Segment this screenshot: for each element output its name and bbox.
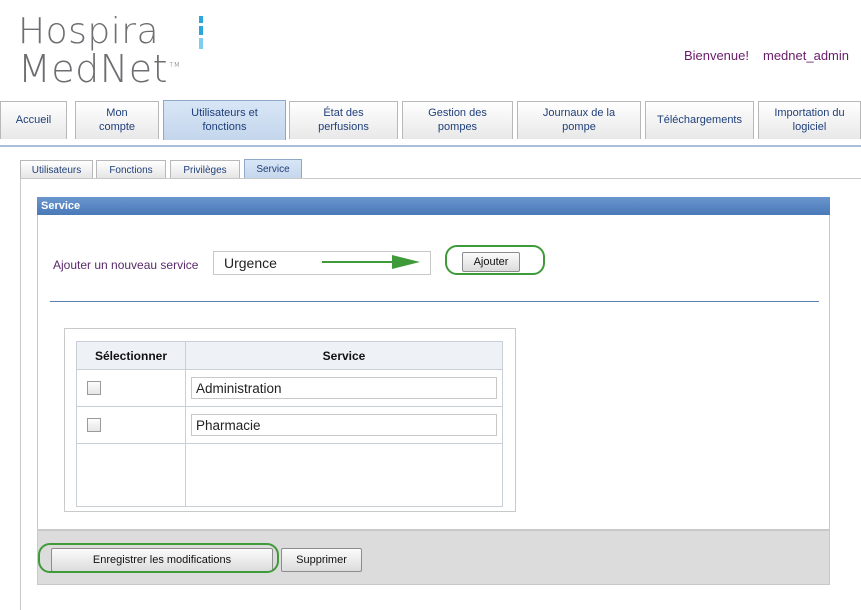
tab-utilisateurs-et-fonctions[interactable]: Utilisateurs et fonctions: [163, 100, 286, 140]
row-checkbox[interactable]: [87, 381, 101, 396]
table-header-row: Sélectionner Service: [76, 341, 503, 370]
tab-mon-compte[interactable]: Mon compte: [75, 101, 159, 139]
section-divider: [50, 301, 819, 302]
delete-button[interactable]: Supprimer: [281, 548, 362, 572]
table-empty-row: [76, 443, 503, 507]
ajouter-button[interactable]: Ajouter: [462, 252, 520, 272]
select-cell: [76, 406, 186, 444]
column-header-select: Sélectionner: [76, 341, 186, 370]
row-checkbox[interactable]: [87, 418, 101, 433]
save-changes-button[interactable]: Enregistrer les modifications: [51, 548, 273, 572]
hospira-mednet-logo: Hospira MedNetTM: [18, 14, 180, 89]
select-cell: [76, 369, 186, 407]
service-table: Sélectionner Service: [76, 341, 503, 507]
green-arrow-annotation: [322, 255, 420, 269]
logo-line-mednet: MedNetTM: [18, 50, 180, 88]
tab-gestion-des-pompes[interactable]: Gestion des pompes: [402, 101, 513, 139]
subtab-service[interactable]: Service: [244, 159, 302, 179]
column-header-service: Service: [185, 341, 503, 370]
service-cell: [185, 369, 503, 407]
welcome-area: Bienvenue! mednet_admin: [670, 48, 849, 63]
service-name-input[interactable]: [191, 414, 497, 436]
service-cell: [185, 406, 503, 444]
tab-journaux-de-la-pompe[interactable]: Journaux de la pompe: [517, 101, 641, 139]
tab-importation-du-logiciel[interactable]: Importation du logiciel: [758, 101, 861, 139]
tab-accueil[interactable]: Accueil: [0, 101, 67, 139]
service-name-input[interactable]: [191, 377, 497, 399]
main-tab-bar: Accueil Mon compte Utilisateurs et fonct…: [0, 97, 861, 147]
subtab-fonctions[interactable]: Fonctions: [96, 160, 166, 179]
add-service-label: Ajouter un nouveau service: [53, 258, 199, 272]
subtab-utilisateurs[interactable]: Utilisateurs: [20, 160, 93, 179]
empty-cell: [76, 443, 186, 507]
table-row: [76, 369, 503, 407]
username: mednet_admin: [763, 48, 849, 63]
empty-cell: [185, 443, 503, 507]
subtab-privileges[interactable]: Privilèges: [170, 160, 240, 179]
welcome-text: Bienvenue!: [683, 48, 749, 63]
logo-mednet-text: MedNet: [18, 47, 168, 91]
table-row: [76, 406, 503, 444]
panel-title: Service: [37, 197, 830, 215]
logo-accent-bar: [199, 16, 203, 52]
logo-trademark: TM: [169, 61, 181, 69]
tab-telechargements[interactable]: Téléchargements: [645, 101, 754, 139]
tab-etat-des-perfusions[interactable]: État des perfusions: [289, 101, 398, 139]
